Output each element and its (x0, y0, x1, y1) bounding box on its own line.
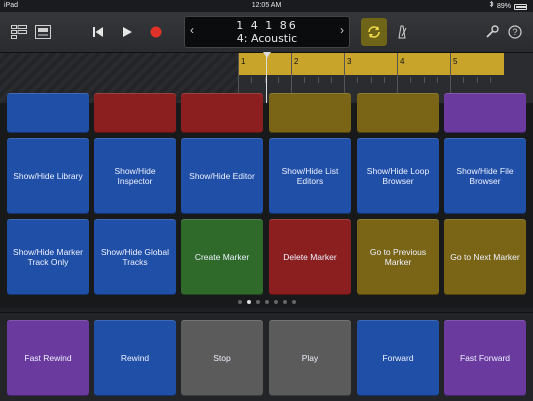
next-track-arrow[interactable]: › (340, 23, 344, 37)
go-to-next-marker-button[interactable]: Go to Next Marker (444, 219, 526, 295)
go-to-previous-marker-button[interactable]: Go to Previous Marker (357, 219, 439, 295)
beat-tick (476, 77, 478, 83)
beat-tick (277, 77, 279, 83)
play-button[interactable]: Play (269, 320, 351, 396)
mixer-view-button[interactable] (34, 22, 52, 42)
fast-forward-button[interactable]: Fast Forward (444, 320, 526, 396)
page-indicator[interactable] (0, 300, 533, 308)
page-dot[interactable] (282, 300, 287, 304)
bar-number: 4 (400, 57, 405, 66)
key-command-tile[interactable] (444, 93, 526, 133)
beat-tick (370, 77, 372, 83)
key-command-grid: Show/Hide Library Show/Hide Inspector Show… (0, 93, 533, 308)
playhead[interactable] (266, 53, 267, 103)
metronome-button[interactable] (392, 22, 412, 42)
battery-percent: 89% (496, 2, 511, 10)
fast-rewind-button[interactable]: Fast Rewind (7, 320, 89, 396)
show-hide-editor-button[interactable]: Show/Hide Editor (181, 138, 263, 214)
beat-tick (423, 77, 425, 83)
beat-tick (317, 77, 319, 83)
lcd-display[interactable]: ‹ 1 4 1 86 4: Acoustic › (184, 16, 350, 48)
beat-tick (489, 77, 491, 83)
show-hide-global-tracks-button[interactable]: Show/Hide Global Tracks (94, 219, 176, 295)
cycle-region[interactable] (238, 53, 504, 75)
settings-button[interactable] (482, 22, 502, 42)
page-dot[interactable] (291, 300, 296, 304)
show-hide-inspector-button[interactable]: Show/Hide Inspector (94, 138, 176, 214)
show-hide-file-browser-button[interactable]: Show/Hide File Browser (444, 138, 526, 214)
mixer-icon (35, 25, 51, 39)
help-button[interactable]: ? (505, 22, 525, 42)
beat-tick (357, 77, 359, 83)
cycle-icon (368, 26, 380, 38)
forward-button[interactable]: Forward (357, 320, 439, 396)
play-button[interactable] (117, 22, 137, 42)
key-command-tile[interactable] (181, 93, 263, 133)
record-button[interactable] (146, 22, 166, 42)
show-hide-list-editors-button[interactable]: Show/Hide List Editors (269, 138, 351, 214)
playhead-handle[interactable] (263, 52, 271, 58)
beat-tick (383, 77, 385, 83)
page-dot[interactable] (246, 300, 251, 304)
battery-icon (514, 3, 527, 10)
rewind-button[interactable]: Rewind (94, 320, 176, 396)
beat-tick (330, 77, 332, 83)
page-dot[interactable] (273, 300, 278, 304)
help-icon: ? (508, 25, 522, 39)
clock: 12:05 AM (251, 2, 282, 9)
show-hide-library-button[interactable]: Show/Hide Library (7, 138, 89, 214)
key-command-tile[interactable] (269, 93, 351, 133)
beat-tick (251, 77, 253, 83)
delete-marker-button[interactable]: Delete Marker (269, 219, 351, 295)
beat-tick (436, 77, 438, 83)
stop-button[interactable]: Stop (181, 320, 263, 396)
transport-panel: Fast Rewind Rewind Stop Play Forward Fast For… (0, 312, 533, 401)
bar-number: 2 (294, 57, 299, 66)
bar-number: 1 (241, 57, 246, 66)
go-to-beginning-button[interactable] (88, 22, 108, 42)
bar-number: 5 (453, 57, 458, 66)
beat-tick (304, 77, 306, 83)
key-command-tile[interactable] (7, 93, 89, 133)
beat-tick (410, 77, 412, 83)
key-command-tile[interactable] (94, 93, 176, 133)
status-bar: iPad 12:05 AM 89% (0, 0, 533, 12)
tracks-view-icon (11, 25, 27, 39)
create-marker-button[interactable]: Create Marker (181, 219, 263, 295)
beat-tick (463, 77, 465, 83)
skip-back-icon (93, 27, 103, 37)
bar-number: 3 (347, 57, 352, 66)
tracks-view-button[interactable] (10, 22, 28, 42)
play-icon (123, 27, 132, 37)
page-dot[interactable] (264, 300, 269, 304)
metronome-icon (398, 25, 407, 39)
svg-text:?: ? (512, 27, 517, 37)
page-dot[interactable] (237, 300, 242, 304)
show-hide-marker-track-only-button[interactable]: Show/Hide Marker Track Only (7, 219, 89, 295)
cycle-button[interactable] (361, 18, 387, 46)
key-command-tile[interactable] (357, 93, 439, 133)
wrench-icon (486, 25, 499, 38)
show-hide-loop-browser-button[interactable]: Show/Hide Loop Browser (357, 138, 439, 214)
control-bar: ‹ 1 4 1 86 4: Acoustic › ? (0, 12, 533, 53)
playhead-position: 1 4 1 86 (236, 19, 298, 32)
track-name: 4: Acoustic (236, 32, 298, 45)
record-icon (150, 26, 162, 38)
page-dot[interactable] (255, 300, 260, 304)
